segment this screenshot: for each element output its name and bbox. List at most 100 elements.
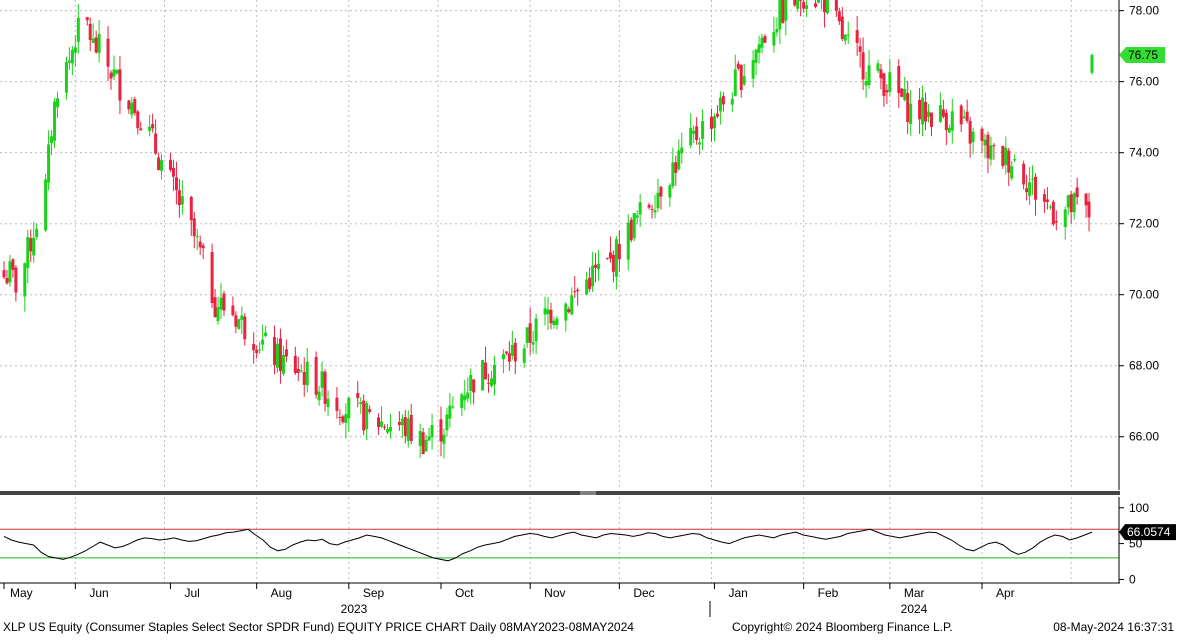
candle-body <box>1001 145 1005 167</box>
candle-body <box>192 218 196 237</box>
candle-body <box>614 239 618 277</box>
candle-body <box>210 251 214 303</box>
rsi-tick-label: 100 <box>1129 501 1149 515</box>
candle-body <box>591 265 595 287</box>
candle-body <box>53 101 57 141</box>
candle-body <box>1010 166 1014 179</box>
chart-description: XLP US Equity (Consumer Staples Select S… <box>3 620 634 634</box>
panel-splitter-bar[interactable] <box>0 491 1120 495</box>
candle-body <box>85 17 89 21</box>
candle-body <box>255 349 259 354</box>
candle-body <box>736 63 740 69</box>
candle-body <box>888 72 892 92</box>
candle-body <box>23 263 27 297</box>
candle-body <box>570 295 574 315</box>
rsi-tick-label: 0 <box>1129 572 1136 586</box>
month-label: May <box>10 586 33 600</box>
candle-body <box>629 219 633 241</box>
candle-body <box>109 72 113 79</box>
candle-body <box>709 116 713 129</box>
candle-body <box>555 318 559 326</box>
price-tick-label: 66.00 <box>1129 430 1159 444</box>
candle-body <box>739 64 743 91</box>
candle-body <box>201 245 205 249</box>
chart-background <box>0 0 1177 635</box>
candle-body <box>718 97 722 112</box>
candle-body <box>430 425 434 438</box>
candle-body <box>1022 163 1026 185</box>
candle-body <box>487 382 491 384</box>
candle-body <box>959 105 963 125</box>
candle-body <box>213 297 217 318</box>
candle-body <box>585 279 589 295</box>
candle-body <box>647 204 651 208</box>
candle-body <box>427 436 431 441</box>
candle-body <box>275 343 279 368</box>
candle-body <box>1013 159 1017 161</box>
candle-body <box>1045 199 1049 202</box>
candle-body <box>775 29 779 33</box>
candle-body <box>1054 220 1058 223</box>
candle-body <box>772 32 776 46</box>
candle-body <box>632 213 636 239</box>
candle-body <box>400 418 404 426</box>
candle-body <box>549 309 553 324</box>
month-label: Nov <box>544 586 565 600</box>
candle-body <box>168 159 172 170</box>
candle-body <box>522 348 526 363</box>
candle-body <box>680 147 684 154</box>
candle-body <box>198 241 202 248</box>
candle-body <box>302 371 306 385</box>
candle-body <box>781 0 785 23</box>
candle-body <box>837 11 841 22</box>
candle-body <box>177 190 181 206</box>
candle-body <box>882 73 886 97</box>
candle-body <box>695 126 699 141</box>
candle-body <box>174 177 178 191</box>
candle-body <box>317 391 321 401</box>
candle-body <box>1069 194 1073 213</box>
candle-body <box>1048 206 1052 208</box>
candle-body <box>442 434 446 444</box>
candle-body <box>347 397 351 419</box>
candle-body <box>653 210 657 213</box>
candle-body <box>754 49 758 63</box>
candle-body <box>341 416 345 423</box>
candle-body <box>971 131 975 143</box>
candle-body <box>1072 193 1076 213</box>
candle-body <box>504 351 508 354</box>
candle-body <box>817 0 821 3</box>
year-label: 2024 <box>901 602 928 616</box>
candle-body <box>1028 182 1032 196</box>
candle-body <box>656 192 660 209</box>
candle-body <box>605 257 609 259</box>
candle-body <box>154 133 158 154</box>
candle-body <box>243 316 247 340</box>
candle-body <box>362 400 366 431</box>
candle-body <box>418 430 422 446</box>
candle-body <box>635 215 639 218</box>
price-tick-label: 68.00 <box>1129 359 1159 373</box>
candle-body <box>320 371 324 388</box>
candle-body <box>1025 188 1029 193</box>
candle-body <box>463 395 467 401</box>
candle-body <box>1042 194 1046 202</box>
price-chart-svg: 78.00 76.00 74.00 72.00 70.00 68.00 66.00 76.75… <box>0 0 1177 635</box>
candle-body <box>160 160 164 171</box>
candle-body <box>805 5 809 9</box>
candle-body <box>448 405 452 419</box>
candle-body <box>252 343 256 351</box>
candle-body <box>650 208 654 210</box>
candle-body <box>944 112 948 131</box>
candle-body <box>26 237 30 268</box>
candle-body <box>406 418 410 441</box>
candle-body <box>5 277 9 284</box>
candle-body <box>1031 178 1035 180</box>
candle-body <box>668 185 672 198</box>
candle-body <box>513 342 517 362</box>
candle-body <box>814 3 818 7</box>
panel-divider[interactable] <box>0 491 1120 495</box>
candle-body <box>97 34 101 53</box>
candle-body <box>799 0 803 1</box>
candle-body <box>106 38 110 67</box>
